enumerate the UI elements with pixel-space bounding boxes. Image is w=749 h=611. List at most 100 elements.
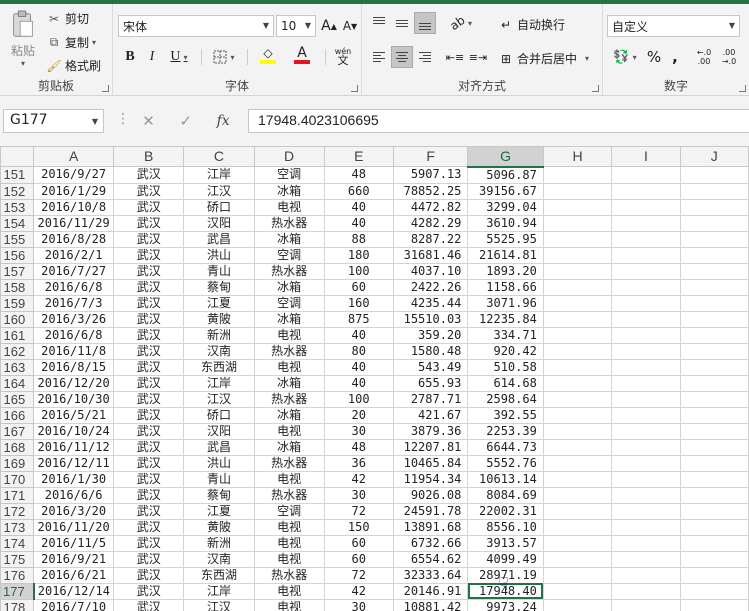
cell[interactable]: 江岸 bbox=[183, 166, 255, 184]
column-header[interactable]: C bbox=[183, 146, 255, 167]
cell[interactable]: 电视 bbox=[253, 326, 325, 344]
decrease-decimal-button[interactable]: .00 →.0 bbox=[718, 46, 740, 68]
cell[interactable]: 武汉 bbox=[113, 406, 185, 424]
empty-cell[interactable] bbox=[542, 550, 613, 568]
cell[interactable]: 武汉 bbox=[113, 230, 185, 248]
empty-cell[interactable] bbox=[542, 342, 613, 360]
cell[interactable]: 武汉 bbox=[113, 454, 185, 472]
empty-cell[interactable] bbox=[542, 358, 613, 376]
empty-cell[interactable] bbox=[611, 406, 681, 424]
cell[interactable]: 4099.49 bbox=[467, 550, 544, 568]
cell[interactable]: 热水器 bbox=[253, 214, 325, 232]
cell[interactable]: 4472.82 bbox=[392, 198, 469, 216]
empty-cell[interactable] bbox=[679, 166, 749, 184]
cell[interactable]: 2016/3/26 bbox=[33, 310, 115, 328]
cell[interactable]: 电视 bbox=[253, 358, 325, 376]
column-header[interactable]: I bbox=[611, 146, 681, 167]
empty-cell[interactable] bbox=[542, 390, 613, 408]
empty-cell[interactable] bbox=[679, 262, 749, 280]
cell[interactable]: 2016/6/8 bbox=[33, 326, 115, 344]
cell[interactable]: 热水器 bbox=[253, 454, 325, 472]
cell[interactable]: 22002.31 bbox=[467, 502, 544, 520]
cell[interactable]: 48 bbox=[323, 166, 394, 184]
cell[interactable]: 13891.68 bbox=[392, 518, 469, 536]
cell[interactable]: 4282.29 bbox=[392, 214, 469, 232]
cell[interactable]: 江汉 bbox=[183, 598, 255, 611]
cell[interactable]: 热水器 bbox=[253, 342, 325, 360]
insert-function-icon[interactable]: fx bbox=[217, 113, 230, 129]
cell[interactable]: 武汉 bbox=[113, 358, 185, 376]
empty-cell[interactable] bbox=[611, 262, 681, 280]
empty-cell[interactable] bbox=[542, 454, 613, 472]
empty-cell[interactable] bbox=[542, 582, 613, 600]
row-header[interactable]: 176 bbox=[0, 566, 35, 584]
font-color-button[interactable]: A bbox=[286, 44, 318, 66]
column-header[interactable]: F bbox=[392, 146, 469, 167]
cell[interactable]: 100 bbox=[323, 390, 394, 408]
cell[interactable]: 武汉 bbox=[113, 518, 185, 536]
cell[interactable]: 洪山 bbox=[183, 454, 255, 472]
empty-cell[interactable] bbox=[611, 454, 681, 472]
cell[interactable]: 8287.22 bbox=[392, 230, 469, 248]
cell[interactable]: 2016/9/27 bbox=[33, 166, 115, 184]
cell[interactable]: 江汉 bbox=[183, 390, 255, 408]
copy-button[interactable]: ⧉ 复制 ▾ bbox=[46, 34, 96, 51]
cell[interactable]: 10613.14 bbox=[467, 470, 544, 488]
empty-cell[interactable] bbox=[679, 390, 749, 408]
font-name-select[interactable]: 宋体 ▼ bbox=[118, 15, 274, 37]
cell[interactable]: 3610.94 bbox=[467, 214, 544, 232]
cell[interactable]: 1580.48 bbox=[392, 342, 469, 360]
empty-cell[interactable] bbox=[611, 534, 681, 552]
cell[interactable]: 6644.73 bbox=[467, 438, 544, 456]
empty-cell[interactable] bbox=[542, 422, 613, 440]
cell[interactable]: 2016/11/5 bbox=[33, 534, 115, 552]
row-header[interactable]: 167 bbox=[0, 422, 35, 440]
comma-style-button[interactable]: , bbox=[664, 46, 686, 68]
empty-cell[interactable] bbox=[679, 358, 749, 376]
cell[interactable]: 电视 bbox=[253, 582, 325, 600]
cell[interactable]: 20146.91 bbox=[392, 582, 469, 600]
row-header[interactable]: 169 bbox=[0, 454, 35, 472]
row-header[interactable]: 165 bbox=[0, 390, 35, 408]
cell[interactable]: 冰箱 bbox=[253, 230, 325, 248]
format-painter-button[interactable]: 🖌 格式刷 bbox=[46, 57, 101, 74]
empty-cell[interactable] bbox=[679, 230, 749, 248]
empty-cell[interactable] bbox=[679, 438, 749, 456]
name-box[interactable]: G177 ▼ bbox=[3, 109, 104, 133]
cell[interactable]: 2253.39 bbox=[467, 422, 544, 440]
empty-cell[interactable] bbox=[542, 278, 613, 296]
cell[interactable]: 5552.76 bbox=[467, 454, 544, 472]
empty-cell[interactable] bbox=[679, 454, 749, 472]
cell[interactable]: 10465.84 bbox=[392, 454, 469, 472]
worksheet-grid[interactable]: ABCDEFGHIJ 151 2016/9/27 武汉 江岸 空调 48 5907.13 50… bbox=[0, 146, 749, 611]
cell[interactable]: 2016/10/30 bbox=[33, 390, 115, 408]
cell[interactable]: 30 bbox=[323, 598, 394, 611]
borders-button[interactable]: ▾ bbox=[207, 46, 241, 68]
cell[interactable]: 11954.34 bbox=[392, 470, 469, 488]
cell[interactable]: 武汉 bbox=[113, 166, 185, 184]
cell[interactable]: 汉南 bbox=[183, 550, 255, 568]
cell[interactable]: 20 bbox=[323, 406, 394, 424]
cell[interactable]: 5525.95 bbox=[467, 230, 544, 248]
cell[interactable]: 2598.64 bbox=[467, 390, 544, 408]
cell[interactable]: 2016/7/10 bbox=[33, 598, 115, 611]
align-center-button[interactable] bbox=[391, 46, 413, 68]
row-header[interactable]: 152 bbox=[0, 182, 35, 200]
empty-cell[interactable] bbox=[679, 470, 749, 488]
cell[interactable]: 电视 bbox=[253, 534, 325, 552]
cell[interactable]: 新洲 bbox=[183, 326, 255, 344]
empty-cell[interactable] bbox=[611, 502, 681, 520]
cell[interactable]: 3913.57 bbox=[467, 534, 544, 552]
empty-cell[interactable] bbox=[611, 582, 681, 600]
cell[interactable]: 热水器 bbox=[253, 390, 325, 408]
row-header[interactable]: 154 bbox=[0, 214, 35, 232]
cell[interactable]: 60 bbox=[323, 534, 394, 552]
cell[interactable]: 蔡甸 bbox=[183, 278, 255, 296]
empty-cell[interactable] bbox=[542, 374, 613, 392]
empty-cell[interactable] bbox=[542, 326, 613, 344]
empty-cell[interactable] bbox=[611, 390, 681, 408]
cell[interactable]: 电视 bbox=[253, 550, 325, 568]
cell[interactable]: 江汉 bbox=[183, 182, 255, 200]
row-header[interactable]: 158 bbox=[0, 278, 35, 296]
cell[interactable]: 8556.10 bbox=[467, 518, 544, 536]
